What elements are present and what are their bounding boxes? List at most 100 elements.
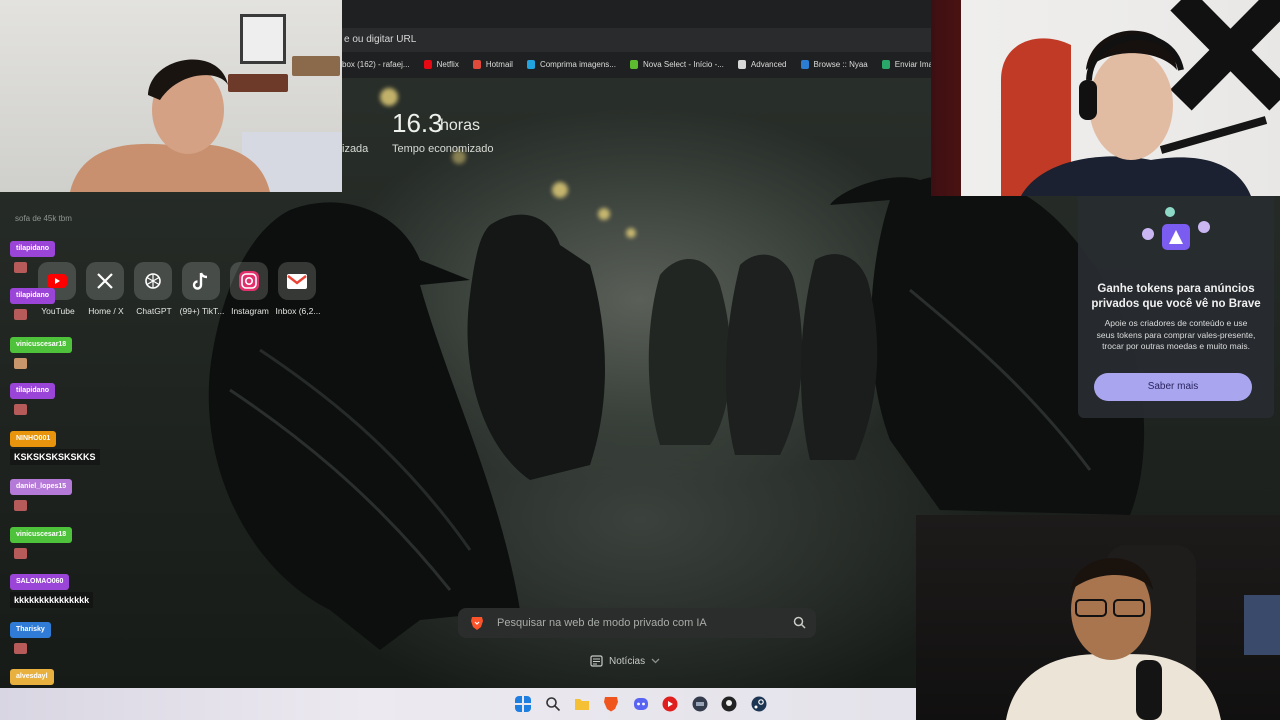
youtube-icon xyxy=(47,274,67,288)
chat-username: alvesdayl xyxy=(10,669,54,685)
steam-icon[interactable] xyxy=(751,696,767,712)
bookmark-hotmail[interactable]: Hotmail xyxy=(472,59,513,69)
brave-icon[interactable] xyxy=(603,696,619,712)
crow-group-back xyxy=(648,254,878,460)
learn-more-button[interactable]: Saber mais xyxy=(1094,373,1252,401)
search-icon[interactable] xyxy=(545,696,561,712)
bookmark-label: Comprima imagens... xyxy=(539,59,616,69)
wall-shelf xyxy=(292,56,340,76)
promo-title: Ganhe tokens para anúncios privados que … xyxy=(1091,283,1261,310)
bookmark-label: Nova Select - Início -... xyxy=(642,59,724,69)
chat-username: tilapidano xyxy=(10,288,56,304)
chat-username: Tharisky xyxy=(10,622,51,638)
bookmark-label: Browse :: Nyaa xyxy=(813,59,868,69)
bookmark-label: Advanced xyxy=(750,59,787,69)
gmail-icon xyxy=(287,273,307,289)
x-icon xyxy=(97,273,113,289)
discord-icon[interactable] xyxy=(633,696,649,712)
advanced-icon xyxy=(737,59,746,69)
github-icon[interactable] xyxy=(721,696,737,712)
shortcut-tile xyxy=(182,262,220,300)
search-placeholder: Pesquisar na web de modo privado com IA xyxy=(497,617,707,629)
windows-start-icon[interactable] xyxy=(515,696,531,712)
chat-message: KSKSKSKSKSKKS xyxy=(10,449,100,465)
bookmark-label: Hotmail xyxy=(485,59,513,69)
emote-icon xyxy=(14,358,27,369)
shortcut-tile xyxy=(134,262,172,300)
bookmark-advanced[interactable]: Advanced xyxy=(737,59,787,69)
shortcut-tile xyxy=(278,262,316,300)
file-explorer-icon[interactable] xyxy=(574,696,590,712)
emote-icon xyxy=(14,262,27,273)
instagram-icon xyxy=(239,271,259,291)
chat-username: vinicuscesar18 xyxy=(10,337,73,353)
news-button[interactable]: Notícias xyxy=(590,650,682,672)
webcam-streamer-top-right xyxy=(931,0,1280,196)
bookmark-label: Netflix xyxy=(436,59,459,69)
shortcut-tile xyxy=(230,262,268,300)
search-input[interactable]: Pesquisar na web de modo privado com IA xyxy=(458,608,816,638)
compress-icon xyxy=(526,59,535,69)
chat-username: tilapidano xyxy=(10,241,56,257)
app-icon[interactable] xyxy=(692,696,708,712)
promo-body: Apoie os criadores de conteúdo e use seu… xyxy=(1096,318,1256,351)
chatgpt-icon xyxy=(145,273,161,289)
tiktok-icon xyxy=(192,272,208,290)
chat-message-fragment: sofa de 45k tbm xyxy=(15,214,72,223)
stat-time-unit: horas xyxy=(440,117,481,134)
shelf-items xyxy=(1244,595,1280,655)
address-placeholder: e ou digitar URL xyxy=(344,34,417,45)
bookmark-label: box (162) - rafaej... xyxy=(342,59,410,69)
crow-middle xyxy=(467,214,605,480)
stat-time-value: 16.3 xyxy=(392,108,443,138)
youtube-music-icon[interactable] xyxy=(662,696,678,712)
netflix-icon xyxy=(423,59,432,69)
brave-lion-icon xyxy=(471,617,483,630)
bookmark-upload[interactable]: Enviar Imagem xyxy=(881,59,932,69)
chat-username: tilapidano xyxy=(10,383,56,399)
stat-left-fragment: izada xyxy=(342,143,369,155)
emote-icon xyxy=(14,643,27,654)
webcam-streamer-top-left xyxy=(0,0,342,192)
address-bar[interactable]: e ou digitar URL xyxy=(342,28,932,52)
bookmarks-bar: box (162) - rafaej... Netflix Hotmail Co… xyxy=(342,54,932,74)
novaselect-icon xyxy=(629,59,638,69)
chat-username: vinicuscesar18 xyxy=(10,527,73,543)
chat-username: SALOMAO060 xyxy=(10,574,70,590)
bokeh-light xyxy=(380,88,398,106)
bookmark-compress[interactable]: Comprima imagens... xyxy=(526,59,616,69)
search-icon[interactable] xyxy=(793,616,806,629)
bookmark-label: Enviar Imagem xyxy=(894,59,932,69)
outlook-icon xyxy=(472,59,481,69)
upload-icon xyxy=(881,59,890,69)
webcam-streamer-bottom-right xyxy=(916,515,1280,720)
bookmark-netflix[interactable]: Netflix xyxy=(423,59,459,69)
browser-toolbar: e ou digitar URL box (162) - rafaej... N… xyxy=(342,0,932,78)
chat-username: NINHO001 xyxy=(10,431,57,447)
person-shirtless xyxy=(70,59,270,192)
windows-taskbar xyxy=(0,688,916,720)
news-label: Notícias xyxy=(609,655,646,667)
brave-rewards-card: Ganhe tokens para anúncios privados que … xyxy=(1078,196,1274,418)
chat-username: daniel_lopes15 xyxy=(10,479,73,495)
shortcut-tile xyxy=(86,262,124,300)
emote-icon xyxy=(14,500,27,511)
nyaa-icon xyxy=(800,59,809,69)
brave-rewards-icon xyxy=(1142,207,1210,250)
person-with-glasses xyxy=(1006,558,1221,720)
emote-icon xyxy=(14,548,27,559)
bookmark-inbox[interactable]: box (162) - rafaej... xyxy=(342,60,410,69)
shortcut-gmail[interactable]: Inbox (6,2... xyxy=(268,262,328,322)
bookmark-nyaa[interactable]: Browse :: Nyaa xyxy=(800,59,868,69)
stat-time-label: Tempo economizado xyxy=(392,143,494,155)
person-with-headphones xyxy=(1001,30,1268,196)
shortcut-label: Inbox (6,2... xyxy=(275,306,321,316)
privacy-stats: izada 16.3 horas Tempo economizado xyxy=(342,108,642,168)
bokeh-light xyxy=(552,182,568,198)
emote-icon xyxy=(14,309,27,320)
emote-icon xyxy=(14,404,27,415)
chat-message: kkkkkkkkkkkkkkk xyxy=(10,592,94,608)
bookmark-novaselect[interactable]: Nova Select - Início -... xyxy=(629,59,724,69)
news-icon xyxy=(590,655,603,667)
chevron-down-icon xyxy=(651,658,660,664)
